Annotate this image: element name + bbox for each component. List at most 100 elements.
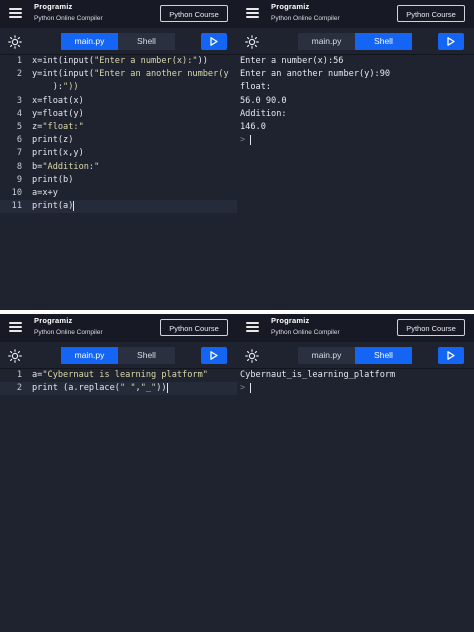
panel3-compiler-panel: Programiz Python Online Compiler Python … — [0, 314, 237, 632]
code-text: x=float(x) — [32, 95, 84, 106]
tab-shell[interactable]: Shell — [118, 347, 175, 364]
code-line[interactable]: 2 y=int(input("Enter an another number(y — [0, 68, 237, 81]
python-course-button[interactable]: Python Course — [397, 319, 465, 336]
panel1-compiler-panel: Programiz Python Online Compiler Python … — [0, 0, 237, 310]
output-line: Enter an another number(y):90 — [240, 69, 391, 80]
output-line: Addition: — [240, 108, 287, 119]
code-editor[interactable]: 1 x=int(input("Enter a number(x):")) 2 y=in… — [0, 55, 237, 214]
line-number: 2 — [16, 69, 22, 80]
programiz-logo[interactable]: Programiz — [271, 316, 309, 325]
theme-toggle-sun-icon[interactable] — [245, 34, 259, 49]
code-line[interactable]: 9 print(b) — [0, 174, 237, 187]
run-button[interactable] — [201, 33, 227, 50]
python-course-button[interactable]: Python Course — [160, 319, 228, 336]
line-number: 1 — [16, 56, 22, 66]
shell-output[interactable]: Enter a number(x):56 Enter an another num… — [237, 55, 474, 147]
tab-main-py[interactable]: main.py — [61, 347, 118, 364]
code-text: a="Cybernaut is learning platform" — [32, 370, 208, 380]
python-course-button[interactable]: Python Course — [397, 5, 465, 22]
code-line[interactable]: 3 x=float(x) — [0, 95, 237, 108]
output-line: Enter a number(x):56 — [240, 56, 344, 66]
tab-shell[interactable]: Shell — [355, 33, 412, 50]
hamburger-menu-icon[interactable] — [246, 8, 259, 18]
line-number: 5 — [16, 121, 22, 132]
run-button[interactable] — [438, 347, 464, 364]
code-line[interactable]: 11 print(a) — [0, 200, 237, 214]
line-number: 1 — [16, 370, 22, 380]
tab-main-py[interactable]: main.py — [298, 347, 355, 364]
text-cursor — [250, 382, 252, 393]
editor-toolbar: main.py Shell — [0, 28, 237, 55]
line-number: 6 — [16, 135, 22, 146]
programiz-logo[interactable]: Programiz — [271, 2, 309, 11]
output-line: 56.0 90.0 — [240, 95, 287, 106]
run-button[interactable] — [201, 347, 227, 364]
code-line[interactable]: 5 z="float:" — [0, 121, 237, 134]
code-text: a=x+y — [32, 187, 58, 198]
shell-prompt-line[interactable]: > — [237, 134, 474, 147]
hamburger-menu-icon[interactable] — [9, 8, 22, 18]
header-subtitle: Python Online Compiler — [271, 15, 340, 22]
line-number: 2 — [16, 383, 22, 394]
line-number: 10 — [11, 187, 22, 198]
hamburger-menu-icon[interactable] — [9, 322, 22, 332]
header-bar: Programiz Python Online Compiler Python … — [0, 0, 237, 28]
shell-prompt-line[interactable]: > — [237, 382, 474, 395]
code-line[interactable]: ):")) — [0, 81, 237, 94]
code-text: b="Addition:" — [32, 161, 100, 172]
theme-toggle-sun-icon[interactable] — [8, 34, 22, 49]
programiz-logo[interactable]: Programiz — [34, 316, 72, 325]
panel2-compiler-panel: Programiz Python Online Compiler Python … — [237, 0, 474, 310]
line-number: 4 — [16, 108, 22, 119]
run-button[interactable] — [438, 33, 464, 50]
output-line: 146.0 — [240, 121, 266, 132]
tab-main-py[interactable]: main.py — [61, 33, 118, 50]
header-bar: Programiz Python Online Compiler Python … — [237, 0, 474, 28]
editor-toolbar: main.py Shell — [237, 342, 474, 369]
text-cursor — [166, 382, 168, 393]
code-editor[interactable]: 1 a="Cybernaut is learning platform" 2 prin… — [0, 369, 237, 396]
code-line[interactable]: 1 x=int(input("Enter a number(x):")) — [0, 55, 237, 68]
shell-output[interactable]: Cybernaut_is_learning_platform > — [237, 369, 474, 395]
file-tabs: main.py Shell — [61, 33, 175, 50]
file-tabs: main.py Shell — [298, 347, 412, 364]
output-line: Cybernaut_is_learning_platform — [240, 370, 396, 380]
programiz-logo[interactable]: Programiz — [34, 2, 72, 11]
tab-shell[interactable]: Shell — [118, 33, 175, 50]
code-line[interactable]: 2 print (a.replace(" ","_")) — [0, 382, 237, 396]
tab-main-py[interactable]: main.py — [298, 33, 355, 50]
line-number: 9 — [16, 174, 22, 185]
header-subtitle: Python Online Compiler — [34, 15, 103, 22]
code-line[interactable]: 1 a="Cybernaut is learning platform" — [0, 369, 237, 382]
text-cursor — [250, 134, 252, 145]
tab-shell[interactable]: Shell — [355, 347, 412, 364]
prompt-symbol: > — [240, 383, 246, 394]
python-course-button[interactable]: Python Course — [160, 5, 228, 22]
code-text: print(b) — [32, 174, 74, 185]
header-bar: Programiz Python Online Compiler Python … — [0, 314, 237, 342]
theme-toggle-sun-icon[interactable] — [8, 348, 22, 363]
code-line[interactable]: 10 a=x+y — [0, 187, 237, 200]
line-number: 11 — [11, 201, 22, 212]
hamburger-menu-icon[interactable] — [246, 322, 259, 332]
code-text: y=float(y) — [32, 108, 84, 119]
panel4-compiler-panel: Programiz Python Online Compiler Python … — [237, 314, 474, 632]
text-cursor — [73, 200, 75, 211]
screenshot-divider — [0, 310, 474, 314]
code-text: print(z) — [32, 135, 74, 146]
prompt-symbol: > — [240, 135, 246, 146]
file-tabs: main.py Shell — [61, 347, 175, 364]
line-number: 7 — [16, 148, 22, 159]
code-line[interactable]: 6 print(z) — [0, 134, 237, 147]
code-text: y=int(input("Enter an another number(y — [32, 69, 229, 80]
code-text: print(a) — [32, 200, 75, 212]
theme-toggle-sun-icon[interactable] — [245, 348, 259, 363]
code-text: print (a.replace(" ","_")) — [32, 382, 168, 394]
header-subtitle: Python Online Compiler — [271, 329, 340, 336]
code-text: z="float:" — [32, 121, 84, 132]
code-line[interactable]: 4 y=float(y) — [0, 108, 237, 121]
editor-toolbar: main.py Shell — [237, 28, 474, 55]
code-line[interactable]: 7 print(x,y) — [0, 147, 237, 160]
code-line[interactable]: 8 b="Addition:" — [0, 161, 237, 174]
file-tabs: main.py Shell — [298, 33, 412, 50]
